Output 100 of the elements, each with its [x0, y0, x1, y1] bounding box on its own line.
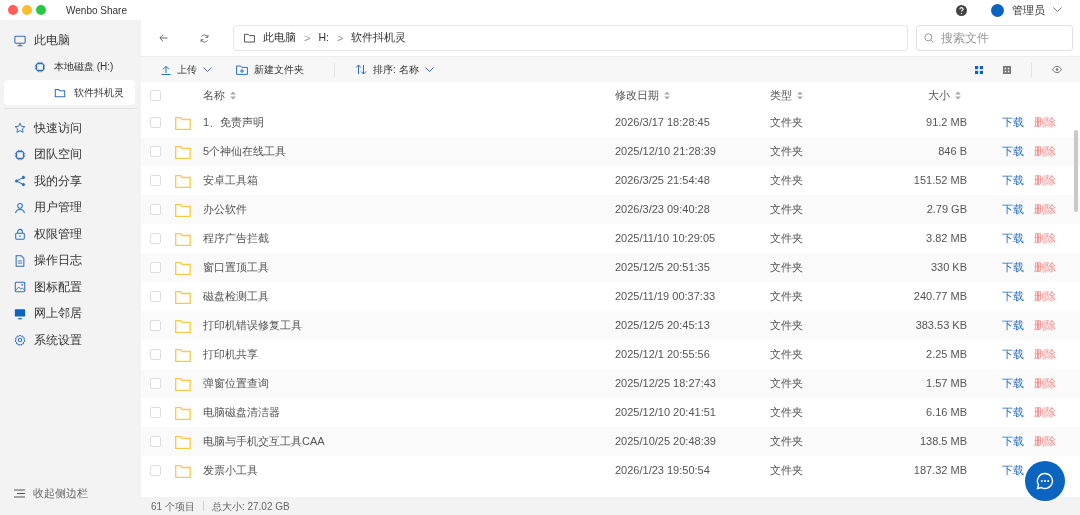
folder-icon — [54, 86, 66, 99]
row-checkbox[interactable] — [150, 378, 161, 389]
file-name[interactable]: 办公软件 — [203, 203, 247, 216]
breadcrumb-item[interactable]: H: — [318, 30, 329, 46]
modified-date: 2026/3/23 09:40:28 — [615, 203, 710, 216]
tree-item[interactable]: 软件抖机灵 — [4, 80, 135, 105]
row-checkbox[interactable] — [150, 291, 161, 302]
row-checkbox[interactable] — [150, 117, 161, 128]
file-size: 2.25 MB — [926, 348, 967, 361]
row-checkbox[interactable] — [150, 349, 161, 360]
star-icon — [14, 122, 26, 135]
modified-date: 2026/3/25 21:54:48 — [615, 174, 710, 187]
sort-button[interactable]: 排序: 名称 — [349, 62, 440, 77]
sidebar-item[interactable]: 系统设置 — [0, 327, 141, 354]
row-checkbox[interactable] — [150, 320, 161, 331]
breadcrumb-item[interactable]: 此电脑 — [263, 30, 296, 46]
download-link[interactable]: 下载 — [1002, 375, 1024, 392]
sidebar-item[interactable]: 权限管理 — [0, 221, 141, 248]
sidebar-item[interactable]: 团队空间 — [0, 141, 141, 168]
file-name[interactable]: 安卓工具箱 — [203, 174, 258, 187]
file-name[interactable]: 5个神仙在线工具 — [203, 145, 287, 158]
row-checkbox[interactable] — [150, 436, 161, 447]
folder-icon — [175, 406, 191, 420]
avatar[interactable] — [991, 3, 1004, 17]
search-field[interactable]: 搜索文件 — [916, 25, 1073, 51]
caret-icon[interactable] — [1053, 7, 1062, 13]
download-link[interactable]: 下载 — [1002, 462, 1024, 479]
address-bar[interactable]: 此电脑 > H: > 软件抖机灵 — [233, 25, 908, 51]
download-link[interactable]: 下载 — [1002, 288, 1024, 305]
refresh-icon[interactable] — [200, 33, 209, 43]
file-name[interactable]: 电脑与手机交互工具CAA — [203, 435, 325, 448]
download-link[interactable]: 下载 — [1002, 114, 1024, 131]
file-name[interactable]: 打印机错误修复工具 — [203, 319, 302, 332]
modified-date: 2026/1/23 19:50:54 — [615, 464, 710, 477]
row-checkbox[interactable] — [150, 233, 161, 244]
row-checkbox[interactable] — [150, 262, 161, 273]
file-name[interactable]: 程序广告拦截 — [203, 232, 269, 245]
scrollbar[interactable] — [1074, 130, 1078, 212]
download-link[interactable]: 下载 — [1002, 201, 1024, 218]
file-name[interactable]: 窗口置顶工具 — [203, 261, 269, 274]
select-all-checkbox[interactable] — [150, 89, 161, 101]
user-name[interactable]: 管理员 — [1012, 1, 1045, 19]
row-checkbox[interactable] — [150, 146, 161, 157]
tree-item[interactable]: 本地磁盘 (H:) — [4, 54, 135, 79]
file-name[interactable]: 磁盘检测工具 — [203, 290, 269, 303]
monitor-icon — [14, 307, 26, 320]
download-link[interactable]: 下载 — [1002, 143, 1024, 160]
file-name[interactable]: 1、免责声明 — [203, 116, 265, 129]
tree-label: 本地磁盘 (H:) — [54, 60, 114, 74]
minimize-button[interactable] — [22, 5, 32, 15]
modified-date: 2025/11/19 00:37:33 — [615, 290, 716, 303]
sidebar-item[interactable]: 用户管理 — [0, 194, 141, 221]
file-type: 文件夹 — [770, 232, 803, 245]
new-folder-button[interactable]: 新建文件夹 — [230, 62, 310, 77]
collapse-sidebar[interactable]: 收起侧边栏 — [0, 480, 141, 507]
back-icon[interactable] — [159, 34, 168, 42]
column-header[interactable]: 名称 — [203, 86, 236, 104]
file-name[interactable]: 弹窗位置查询 — [203, 377, 269, 390]
row-checkbox[interactable] — [150, 204, 161, 215]
grid-icon — [975, 65, 983, 74]
sidebar-item[interactable]: 快速访问 — [0, 115, 141, 142]
download-link[interactable]: 下载 — [1002, 172, 1024, 189]
file-size: 240.77 MB — [913, 290, 967, 303]
file-name[interactable]: 打印机共享 — [203, 348, 258, 361]
download-link[interactable]: 下载 — [1002, 346, 1024, 363]
download-link[interactable]: 下载 — [1002, 230, 1024, 247]
upload-button[interactable]: 上传 — [155, 62, 218, 77]
download-link[interactable]: 下载 — [1002, 259, 1024, 276]
sidebar-item[interactable]: 操作日志 — [0, 247, 141, 274]
close-button[interactable] — [8, 5, 18, 15]
help-icon[interactable] — [956, 4, 967, 16]
folder-icon — [175, 145, 191, 159]
eye-icon — [1052, 66, 1062, 73]
document-icon — [14, 254, 26, 267]
breadcrumb-item[interactable]: 软件抖机灵 — [351, 30, 407, 46]
maximize-button[interactable] — [36, 5, 46, 15]
column-header[interactable]: 类型 — [770, 86, 803, 104]
row-checkbox[interactable] — [150, 465, 161, 476]
row-checkbox[interactable] — [150, 407, 161, 418]
file-type: 文件夹 — [770, 435, 803, 448]
chat-button[interactable] — [1025, 461, 1065, 501]
grid-icon — [1003, 65, 1011, 74]
tree-item[interactable]: 此电脑 — [4, 28, 135, 53]
chip-icon — [14, 148, 26, 161]
user-icon — [14, 201, 26, 214]
caret-icon — [203, 66, 212, 73]
column-header[interactable]: 大小 — [928, 86, 961, 104]
sidebar-item[interactable]: 我的分享 — [0, 168, 141, 195]
file-name[interactable]: 发票小工具 — [203, 464, 258, 477]
sidebar-item[interactable]: 网上邻居 — [0, 300, 141, 327]
row-checkbox[interactable] — [150, 175, 161, 186]
breadcrumb-separator: > — [304, 30, 311, 46]
folder-icon — [175, 174, 191, 188]
download-link[interactable]: 下载 — [1002, 317, 1024, 334]
file-name[interactable]: 电脑磁盘清洁器 — [203, 406, 280, 419]
download-link[interactable]: 下载 — [1002, 433, 1024, 450]
download-link[interactable]: 下载 — [1002, 404, 1024, 421]
sidebar-item[interactable]: 图标配置 — [0, 274, 141, 301]
column-header[interactable]: 修改日期 — [615, 86, 670, 104]
file-type: 文件夹 — [770, 116, 803, 129]
